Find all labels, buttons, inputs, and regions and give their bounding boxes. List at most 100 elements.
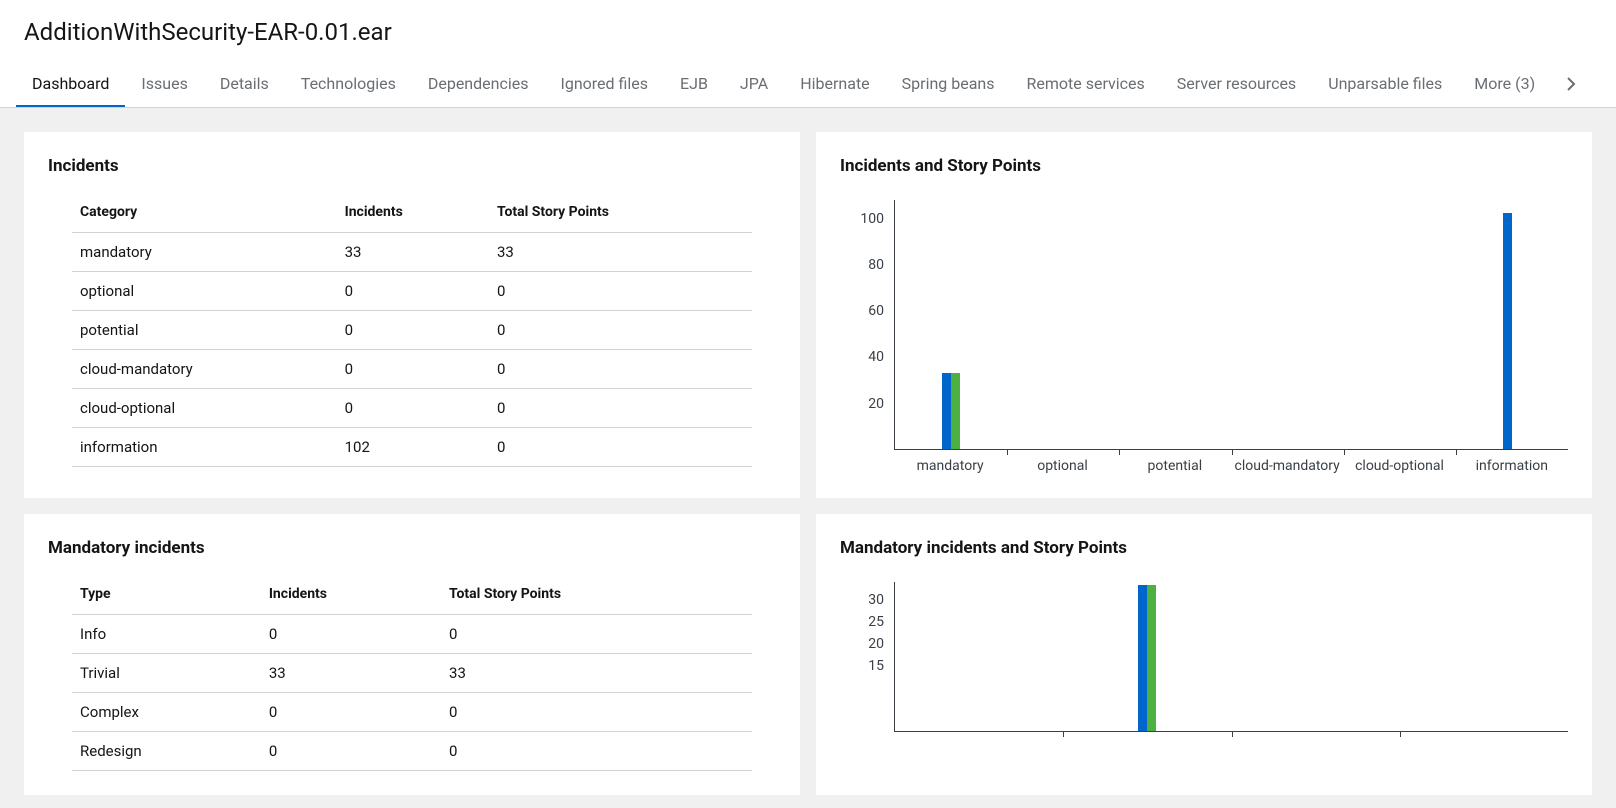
tab-dependencies[interactable]: Dependencies <box>412 60 545 107</box>
cell-total_sp: 0 <box>441 693 752 732</box>
col-type: Type <box>72 574 261 615</box>
plot-area <box>894 582 1568 732</box>
cell-category: cloud-optional <box>72 389 337 428</box>
table-row: Trivial3333 <box>72 654 752 693</box>
bar-group <box>1344 200 1456 449</box>
x-label: cloud-mandatory <box>1231 450 1343 474</box>
y-tick: 20 <box>868 397 884 411</box>
cell-total_sp: 0 <box>489 272 752 311</box>
y-tick: 25 <box>868 615 884 629</box>
x-label: mandatory <box>894 450 1006 474</box>
tabs-scroll-right[interactable] <box>1551 63 1591 105</box>
y-tick: 60 <box>868 304 884 318</box>
col-total-sp: Total Story Points <box>489 192 752 233</box>
cell-total_sp: 0 <box>489 428 752 467</box>
cell-type: Trivial <box>72 654 261 693</box>
cell-incidents: 33 <box>261 654 441 693</box>
table-row: cloud-optional00 <box>72 389 752 428</box>
table-row: potential00 <box>72 311 752 350</box>
y-axis: 10080604020 <box>840 200 894 450</box>
table-row: optional00 <box>72 272 752 311</box>
cell-category: information <box>72 428 337 467</box>
bar-group <box>1456 200 1568 449</box>
card-title: Incidents <box>48 156 776 176</box>
incidents-card: Incidents Category Incidents Total Story… <box>24 132 800 498</box>
mandatory-table: Type Incidents Total Story Points Info00… <box>72 574 752 771</box>
chart: 10080604020 <box>840 200 1568 450</box>
col-category: Category <box>72 192 337 233</box>
tab-unparsable-files[interactable]: Unparsable files <box>1312 60 1458 107</box>
bar-group <box>1119 200 1231 449</box>
x-label: optional <box>1006 450 1118 474</box>
chart-container: 30 25 20 15 <box>840 574 1568 732</box>
bar[interactable] <box>1147 585 1156 731</box>
table-row: Complex00 <box>72 693 752 732</box>
cell-incidents: 0 <box>337 389 489 428</box>
table-row: information1020 <box>72 428 752 467</box>
cell-category: mandatory <box>72 233 337 272</box>
bar-group <box>895 200 1007 449</box>
y-tick: 100 <box>860 212 884 226</box>
bar-group <box>1063 582 1231 731</box>
table-row: Redesign00 <box>72 732 752 771</box>
chevron-right-icon <box>1566 77 1576 91</box>
bar[interactable] <box>942 373 951 449</box>
tab-dashboard[interactable]: Dashboard <box>16 60 125 107</box>
incidents-chart-card: Incidents and Story Points 10080604020ma… <box>816 132 1592 498</box>
bar[interactable] <box>1503 213 1512 449</box>
bar-group <box>1007 200 1119 449</box>
tab-remote-services[interactable]: Remote services <box>1011 60 1161 107</box>
cell-total_sp: 0 <box>489 350 752 389</box>
tab-more-3-[interactable]: More (3) <box>1458 60 1551 107</box>
cell-total_sp: 0 <box>441 732 752 771</box>
tab-spring-beans[interactable]: Spring beans <box>886 60 1011 107</box>
table-row: Info00 <box>72 615 752 654</box>
cell-category: cloud-mandatory <box>72 350 337 389</box>
cell-category: potential <box>72 311 337 350</box>
tab-details[interactable]: Details <box>204 60 285 107</box>
table-row: mandatory3333 <box>72 233 752 272</box>
cell-incidents: 0 <box>261 615 441 654</box>
tab-jpa[interactable]: JPA <box>724 60 784 107</box>
table-header-row: Type Incidents Total Story Points <box>72 574 752 615</box>
tab-technologies[interactable]: Technologies <box>285 60 412 107</box>
col-incidents: Incidents <box>261 574 441 615</box>
cell-type: Info <box>72 615 261 654</box>
tab-ignored-files[interactable]: Ignored files <box>544 60 664 107</box>
chart: 30 25 20 15 <box>840 582 1568 732</box>
table-row: cloud-mandatory00 <box>72 350 752 389</box>
page-title: AdditionWithSecurity-EAR-0.01.ear <box>24 18 1592 46</box>
cell-incidents: 0 <box>337 350 489 389</box>
dashboard-row: Incidents Category Incidents Total Story… <box>24 132 1592 498</box>
cell-total_sp: 33 <box>489 233 752 272</box>
cell-incidents: 33 <box>337 233 489 272</box>
tab-ejb[interactable]: EJB <box>664 60 724 107</box>
x-label: potential <box>1119 450 1231 474</box>
tab-hibernate[interactable]: Hibernate <box>784 60 885 107</box>
mandatory-card: Mandatory incidents Type Incidents Total… <box>24 514 800 795</box>
tab-issues[interactable]: Issues <box>125 60 203 107</box>
chart-container: 10080604020mandatoryoptionalpotentialclo… <box>840 192 1568 474</box>
bar-group <box>895 582 1063 731</box>
cell-total_sp: 0 <box>489 311 752 350</box>
bar[interactable] <box>951 373 960 449</box>
col-total-sp: Total Story Points <box>441 574 752 615</box>
y-tick: 15 <box>868 659 884 673</box>
cell-incidents: 0 <box>337 311 489 350</box>
cell-category: optional <box>72 272 337 311</box>
card-title: Mandatory incidents and Story Points <box>840 538 1568 558</box>
cell-total_sp: 33 <box>441 654 752 693</box>
col-incidents: Incidents <box>337 192 489 233</box>
bar-group <box>1400 582 1568 731</box>
bar[interactable] <box>1138 585 1147 731</box>
tabs-bar: DashboardIssuesDetailsTechnologiesDepend… <box>0 60 1616 108</box>
y-tick: 30 <box>868 593 884 607</box>
mandatory-chart-card: Mandatory incidents and Story Points 30 2… <box>816 514 1592 795</box>
y-tick: 20 <box>868 637 884 651</box>
tab-server-resources[interactable]: Server resources <box>1161 60 1312 107</box>
cell-incidents: 0 <box>261 693 441 732</box>
dashboard-row: Mandatory incidents Type Incidents Total… <box>24 514 1592 795</box>
x-label: cloud-optional <box>1343 450 1455 474</box>
incidents-table: Category Incidents Total Story Points ma… <box>72 192 752 467</box>
x-label: information <box>1456 450 1568 474</box>
